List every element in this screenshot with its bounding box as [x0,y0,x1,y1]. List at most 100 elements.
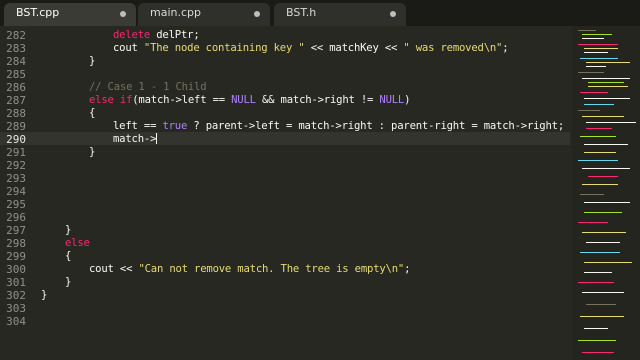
minimap-line [588,82,624,83]
minimap-line [588,176,618,177]
tab-label: main.cpp [150,6,201,19]
minimap-line [582,38,604,39]
code-line-287: else if(match->left == NULL && match->ri… [89,94,411,107]
code-line-301: } [65,276,72,288]
code-line-300: cout << "Can not remove match. The tree … [89,263,410,276]
keyword: else if [89,94,133,106]
code-line-289: left == true ? parent->left = match->rig… [113,120,564,133]
code-line-288: { [89,107,96,119]
line-number-gutter: 282 283 284 285 286 287 288 289 290 291 … [0,26,34,360]
minimap-line [588,86,628,87]
string-literal: " was removed\n" [403,42,503,54]
constant: NULL [379,94,405,106]
line-number: 293 [6,172,26,185]
code-line-282: delete delPtr; [113,29,200,42]
line-number-current: 290 [6,133,26,146]
code-line-283: cout "The node containing key " << match… [113,42,509,55]
line-number: 300 [6,263,26,276]
minimap-line [580,92,608,93]
line-number: 292 [6,159,26,172]
code-text: ) [404,94,411,106]
line-number: 304 [6,315,26,328]
code-text: match-> [113,133,157,145]
minimap-line [580,58,618,59]
minimap-line [578,340,616,341]
minimap-line [584,212,622,213]
minimap-line [580,316,624,317]
close-dot-icon[interactable] [120,11,126,17]
tab-bst-h[interactable]: BST.h [274,3,406,26]
minimap-line [584,52,608,53]
code-text: cout << [89,263,139,275]
line-number: 287 [6,94,26,107]
line-number: 283 [6,42,26,55]
close-dot-icon[interactable] [254,11,260,17]
line-number: 291 [6,146,26,159]
string-literal: "Can not remove match. The tree is empty… [138,263,405,275]
minimap-line [586,242,620,243]
minimap-line [580,194,604,195]
line-number: 282 [6,29,26,42]
code-line-290: match-> [113,133,158,146]
code-text: << matchKey << [304,42,404,54]
line-number: 295 [6,198,26,211]
minimap-line [584,152,616,153]
code-line-297: } [65,224,72,236]
tab-bar: BST.cpp main.cpp BST.h [0,0,640,26]
code-text: ? parent->left = match->right : parent-r… [187,120,565,132]
minimap-line [582,78,630,79]
minimap-line [582,184,618,185]
minimap-line [586,62,630,63]
code-line-302: } [41,289,48,301]
code-text: left == [113,120,163,132]
editor-window: BST.cpp main.cpp BST.h 282 283 284 285 2… [0,0,640,360]
line-number: 301 [6,276,26,289]
tab-label: BST.h [286,6,317,19]
code-text: (match->left == [132,94,232,106]
code-line-299: { [65,250,72,262]
tab-label: BST.cpp [16,6,60,19]
code-area[interactable]: delete delPtr; cout "The node containing… [40,26,570,360]
minimap-line [584,272,612,273]
line-number: 285 [6,68,26,81]
keyword: delete [113,29,151,41]
minimap-line [582,116,624,117]
string-literal: "The node containing key " [143,42,305,54]
code-line-284: } [89,55,96,67]
line-number: 294 [6,185,26,198]
minimap-line [584,328,608,329]
minimap-line [578,110,600,111]
constant: true [162,120,188,132]
minimap[interactable] [572,26,640,360]
code-text: && match->right != [255,94,380,106]
close-dot-icon[interactable] [390,11,396,17]
line-number: 298 [6,237,26,250]
code-line-291: } [89,146,96,158]
line-number: 302 [6,289,26,302]
line-number: 284 [6,55,26,68]
minimap-line [582,34,612,35]
text-cursor [156,133,158,144]
line-number: 288 [6,107,26,120]
minimap-line [582,168,630,169]
minimap-line [578,222,608,223]
code-text: cout [113,42,144,54]
minimap-line [584,144,628,145]
minimap-line [578,160,618,161]
code-line-298: else [65,237,90,249]
tab-main-cpp[interactable]: main.cpp [138,3,270,26]
minimap-line [584,104,614,105]
minimap-line [586,122,636,123]
code-text: ; [404,263,411,275]
minimap-line [578,30,596,31]
line-number: 296 [6,211,26,224]
minimap-line [586,66,606,67]
minimap-line [584,98,630,99]
minimap-line [584,262,632,263]
minimap-line [582,292,624,293]
code-line-286: // Case 1 - 1 Child [89,81,207,93]
tab-bst-cpp[interactable]: BST.cpp [4,3,136,26]
code-text: ; [502,42,509,54]
constant: NULL [231,94,256,106]
minimap-line [580,136,616,137]
